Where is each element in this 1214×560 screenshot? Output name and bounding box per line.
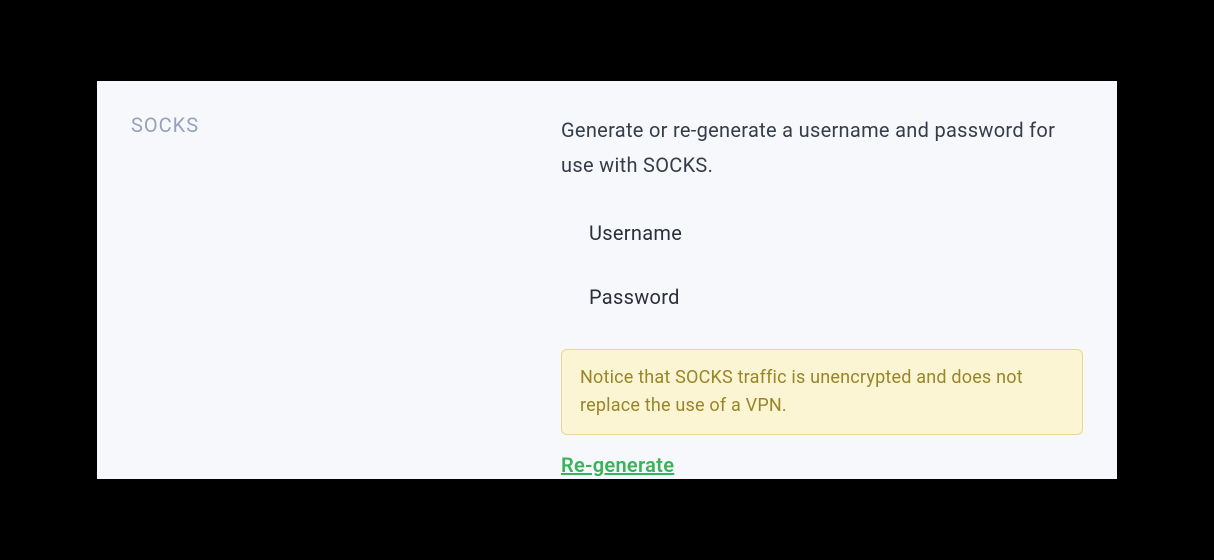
- notice-warning: Notice that SOCKS traffic is unencrypted…: [561, 349, 1083, 435]
- socks-settings-panel: SOCKS Generate or re-generate a username…: [97, 81, 1117, 479]
- credentials-group: Username Password: [561, 215, 1083, 309]
- section-title: SOCKS: [131, 113, 561, 137]
- section-sidebar: SOCKS: [131, 109, 561, 451]
- username-label: Username: [589, 221, 1083, 245]
- socks-description: Generate or re-generate a username and p…: [561, 113, 1083, 183]
- section-content: Generate or re-generate a username and p…: [561, 109, 1083, 451]
- password-label: Password: [589, 285, 1083, 309]
- regenerate-link[interactable]: Re-generate: [561, 453, 674, 477]
